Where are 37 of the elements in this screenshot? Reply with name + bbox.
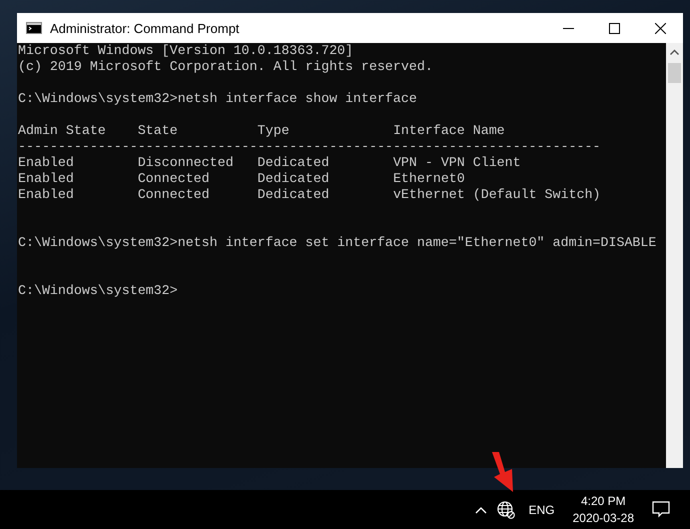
separator-line: -------------------------------------------------------------------------	[18, 139, 602, 155]
prompt-path: C:\Windows\system32>	[18, 283, 178, 298]
table-cell: vEthernet (Default Switch)	[393, 187, 601, 202]
table-cell-text: Dedicated	[257, 187, 330, 202]
table-cell-text: Connected	[138, 187, 211, 202]
table-cell-text: Connected	[138, 171, 211, 186]
clock-time[interactable]: 4:20 PM	[580, 492, 626, 510]
language-indicator[interactable]: ENG	[528, 502, 555, 516]
table-cell-text: Enabled	[18, 187, 75, 202]
console-line: Microsoft Windows [Version 10.0.18363.720]	[18, 43, 354, 59]
close-icon[interactable]	[654, 22, 666, 34]
command-text: netsh interface set interface name="Ethernet0" admin=DISABLE	[178, 235, 656, 250]
chevron-up-icon[interactable]	[474, 506, 487, 514]
window-title: Administrator: Command Prompt	[50, 20, 240, 36]
table-cell-text: Dedicated	[257, 171, 330, 186]
table-cell: Ethernet0	[393, 171, 465, 186]
clock-date[interactable]: 2020-03-28	[572, 510, 634, 526]
notifications-icon[interactable]	[652, 501, 670, 518]
scroll-up-icon[interactable]	[670, 49, 679, 55]
table-cell-text: Dedicated	[257, 155, 330, 170]
table-cell: VPN - VPN Client	[393, 155, 521, 170]
globe-icon[interactable]	[496, 500, 515, 518]
table-cell-text: Disconnected	[138, 155, 234, 170]
column-header: Interface Name	[393, 123, 505, 138]
table-cell-text: Enabled	[18, 171, 75, 186]
table-cell-text: Enabled	[18, 155, 75, 170]
prompt-path: C:\Windows\system32>	[18, 235, 178, 250]
column-header: State	[138, 123, 179, 138]
column-header: Admin State	[18, 123, 107, 138]
maximize-icon[interactable]	[608, 22, 620, 34]
scroll-thumb[interactable]	[668, 63, 681, 83]
scrollbar[interactable]	[666, 43, 683, 468]
prompt-path: C:\Windows\system32>	[18, 91, 178, 106]
console-icon	[26, 22, 42, 34]
column-header: Type	[257, 123, 290, 138]
console-line: (c) 2019 Microsoft Corporation. All rights reserved.	[18, 59, 434, 75]
command-text: netsh interface show interface	[178, 91, 417, 106]
